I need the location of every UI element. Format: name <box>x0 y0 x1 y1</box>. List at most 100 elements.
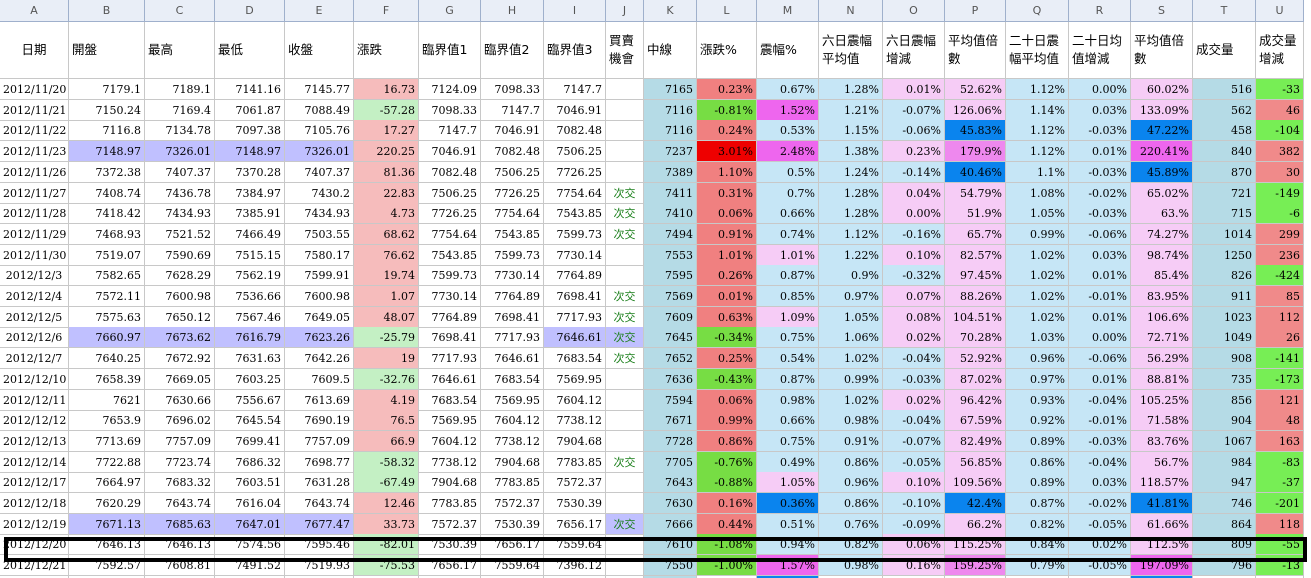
cell-t-row[interactable]: 796 <box>1193 555 1256 577</box>
cell-t-row[interactable]: 840 <box>1193 141 1256 163</box>
cell-m-row[interactable]: 0.87% <box>757 265 819 287</box>
header-cell-b[interactable]: 開盤 <box>69 22 145 79</box>
cell-s-row[interactable]: 56.7% <box>1131 451 1193 473</box>
cell-g-row[interactable]: 7046.91 <box>419 141 481 163</box>
cell-l-row[interactable]: 0.06% <box>697 389 757 411</box>
cell-e-row[interactable]: 7600.98 <box>285 286 354 307</box>
cell-b-row[interactable]: 7621 <box>69 389 145 411</box>
cell-g-row[interactable]: 7124.09 <box>419 79 481 100</box>
cell-r-row[interactable]: 0.00% <box>1069 79 1131 100</box>
cell-c-row[interactable]: 7672.92 <box>145 348 215 370</box>
cell-q-row[interactable]: 1.02% <box>1006 244 1069 266</box>
cell-e-row[interactable]: 7643.74 <box>285 493 354 514</box>
cell-d-row[interactable]: 7603.25 <box>215 368 285 390</box>
cell-u-row[interactable]: -83 <box>1256 451 1304 473</box>
cell-q-row[interactable]: 1.02% <box>1006 265 1069 287</box>
cell-e-row[interactable]: 7580.17 <box>285 244 354 266</box>
cell-q-row[interactable]: 1.02% <box>1006 286 1069 307</box>
cell-k-row[interactable]: 7609 <box>644 306 697 328</box>
column-header-m[interactable]: M <box>757 0 819 22</box>
cell-e-row[interactable]: 7642.26 <box>285 348 354 370</box>
cell-n-row[interactable]: 1.05% <box>819 306 883 328</box>
cell-d-row[interactable]: 7603.51 <box>215 472 285 494</box>
cell-m-row[interactable]: 0.54% <box>757 348 819 370</box>
cell-b-row[interactable]: 7408.74 <box>69 182 145 204</box>
cell-p-row[interactable]: 65.7% <box>945 223 1006 245</box>
cell-u-row[interactable]: 85 <box>1256 286 1304 307</box>
cell-n-row[interactable]: 0.76% <box>819 513 883 535</box>
cell-j-row[interactable] <box>606 79 644 100</box>
cell-c-row[interactable]: 7590.69 <box>145 244 215 266</box>
cell-k-row[interactable]: 7728 <box>644 430 697 452</box>
cell-k-row[interactable]: 7643 <box>644 472 697 494</box>
cell-l-row[interactable]: -1.00% <box>697 555 757 577</box>
cell-g-row[interactable]: 7904.68 <box>419 472 481 494</box>
cell-s-row[interactable]: 83.95% <box>1131 286 1193 307</box>
cell-p-row[interactable]: 96.42% <box>945 389 1006 411</box>
cell-g-row[interactable]: 7530.39 <box>419 534 481 556</box>
cell-t-row[interactable]: 856 <box>1193 389 1256 411</box>
cell-j-row[interactable] <box>606 493 644 514</box>
cell-e-row[interactable]: 7623.26 <box>285 327 354 349</box>
cell-h-row[interactable]: 7599.73 <box>481 244 544 266</box>
column-header-t[interactable]: T <box>1193 0 1256 22</box>
cell-e-row[interactable]: 7757.09 <box>285 430 354 452</box>
header-cell-s[interactable]: 平均值倍數 <box>1131 22 1193 79</box>
cell-u-row[interactable]: 299 <box>1256 223 1304 245</box>
cell-b-row[interactable]: 7658.39 <box>69 368 145 390</box>
cell-u-row[interactable]: -33 <box>1256 79 1304 100</box>
cell-p-row[interactable]: 56.85% <box>945 451 1006 473</box>
cell-u-row[interactable]: -37 <box>1256 472 1304 494</box>
cell-g-row[interactable]: 7082.48 <box>419 161 481 183</box>
cell-l-row[interactable]: 0.01% <box>697 286 757 307</box>
cell-f-row[interactable]: 16.73 <box>354 79 419 100</box>
cell-l-row[interactable]: 3.01% <box>697 141 757 163</box>
cell-o-row[interactable]: -0.14% <box>883 161 945 183</box>
cell-f-row[interactable]: 1.07 <box>354 286 419 307</box>
header-cell-p[interactable]: 平均值倍數 <box>945 22 1006 79</box>
cell-c-row[interactable]: 7643.74 <box>145 493 215 514</box>
cell-h-row[interactable]: 7543.85 <box>481 223 544 245</box>
cell-q-row[interactable]: 0.84% <box>1006 534 1069 556</box>
cell-u-row[interactable]: -13 <box>1256 555 1304 577</box>
cell-b-row[interactable]: 7646.13 <box>69 534 145 556</box>
header-cell-u[interactable]: 成交量增減 <box>1256 22 1304 79</box>
cell-s-row[interactable]: 220.41% <box>1131 141 1193 163</box>
cell-m-row[interactable]: 0.36% <box>757 493 819 514</box>
cell-d-row[interactable]: 7699.41 <box>215 430 285 452</box>
cell-e-row[interactable]: 7649.05 <box>285 306 354 328</box>
cell-t-row[interactable]: 721 <box>1193 182 1256 204</box>
cell-e-row[interactable]: 7519.93 <box>285 555 354 577</box>
cell-p-row[interactable]: 54.79% <box>945 182 1006 204</box>
cell-q-row[interactable]: 0.99% <box>1006 223 1069 245</box>
cell-u-row[interactable]: -201 <box>1256 493 1304 514</box>
cell-p-row[interactable]: 104.51% <box>945 306 1006 328</box>
cell-e-row[interactable]: 7503.55 <box>285 223 354 245</box>
cell-r-row[interactable]: -0.03% <box>1069 120 1131 142</box>
cell-k-row[interactable]: 7610 <box>644 534 697 556</box>
cell-n-row[interactable]: 1.12% <box>819 223 883 245</box>
cell-k-row[interactable]: 7594 <box>644 389 697 411</box>
cell-l-row[interactable]: 0.24% <box>697 120 757 142</box>
cell-g-row[interactable]: 7604.12 <box>419 430 481 452</box>
cell-a-row[interactable]: 2012/11/27 <box>0 182 69 204</box>
cell-s-row[interactable]: 41.81% <box>1131 493 1193 514</box>
cell-c-row[interactable]: 7650.12 <box>145 306 215 328</box>
cell-a-row[interactable]: 2012/11/22 <box>0 120 69 142</box>
cell-j-row[interactable] <box>606 472 644 494</box>
cell-e-row[interactable]: 7690.19 <box>285 410 354 432</box>
cell-e-row[interactable]: 7609.5 <box>285 368 354 390</box>
cell-i-row[interactable]: 7730.14 <box>544 244 606 266</box>
cell-r-row[interactable]: 0.03% <box>1069 472 1131 494</box>
header-cell-g[interactable]: 臨界值1 <box>419 22 481 79</box>
cell-s-row[interactable]: 63.% <box>1131 203 1193 225</box>
cell-n-row[interactable]: 1.24% <box>819 161 883 183</box>
cell-l-row[interactable]: -0.76% <box>697 451 757 473</box>
cell-b-row[interactable]: 7660.97 <box>69 327 145 349</box>
cell-m-row[interactable]: 1.57% <box>757 555 819 577</box>
cell-l-row[interactable]: 0.91% <box>697 223 757 245</box>
cell-g-row[interactable]: 7726.25 <box>419 203 481 225</box>
cell-o-row[interactable]: -0.10% <box>883 493 945 514</box>
cell-t-row[interactable]: 1250 <box>1193 244 1256 266</box>
cell-b-row[interactable]: 7664.97 <box>69 472 145 494</box>
